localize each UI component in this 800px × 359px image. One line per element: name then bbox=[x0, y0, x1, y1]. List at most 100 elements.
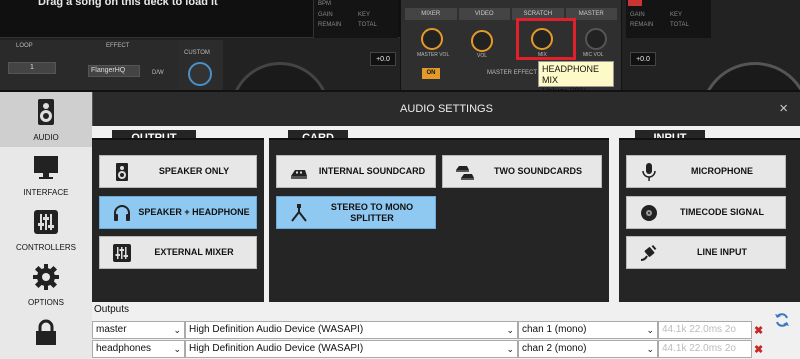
chevron-down-icon: ⌄ bbox=[646, 325, 654, 335]
output-device-value: High Definition Audio Device (WASAPI) bbox=[189, 324, 364, 335]
loop-label: LOOP bbox=[16, 43, 33, 49]
card-option-internal-soundcard[interactable]: INTERNAL SOUNDCARD bbox=[276, 155, 436, 188]
dw-label: D/W bbox=[152, 70, 164, 76]
output-option-external-mixer[interactable]: EXTERNAL MIXER bbox=[99, 236, 257, 269]
highlight-box bbox=[516, 18, 576, 60]
left-deck-info: BPM GAIN KEY REMAIN TOTAL bbox=[313, 0, 398, 38]
option-label: INTERNAL SOUNDCARD bbox=[318, 166, 426, 176]
headphone-icon bbox=[114, 205, 130, 221]
loop-effect-panel: LOOP EFFECT 1 FlangerHQ D/W bbox=[0, 40, 178, 95]
input-option-microphone[interactable]: MICROPHONE bbox=[626, 155, 786, 188]
custom-label: CUSTOM bbox=[184, 50, 210, 56]
output-channel-select[interactable]: chan 1 (mono) ⌄ bbox=[518, 321, 658, 339]
sidebar-item-interface[interactable]: INTERFACE bbox=[0, 147, 92, 202]
output-name-select[interactable]: master ⌄ bbox=[92, 321, 185, 339]
output-device-select[interactable]: High Definition Audio Device (WASAPI) ⌄ bbox=[185, 340, 518, 358]
sidebar-item-options[interactable]: OPTIONS bbox=[0, 257, 92, 312]
total-label: TOTAL bbox=[670, 22, 689, 28]
custom-knob-area: CUSTOM bbox=[178, 40, 223, 95]
output-option-speaker-only[interactable]: SPEAKER ONLY bbox=[99, 155, 257, 188]
mixer-tabs: MIXER VIDEO SCRATCH MASTER bbox=[405, 8, 617, 20]
card-option-two-soundcards[interactable]: TWO SOUNDCARDS bbox=[442, 155, 602, 188]
vol-label: VOL bbox=[477, 53, 488, 59]
refresh-icon[interactable] bbox=[774, 312, 790, 328]
remove-output-icon[interactable]: ✖ bbox=[754, 324, 763, 337]
sidebar-item-label: CONTROLLERS bbox=[15, 243, 76, 252]
custom-knob[interactable] bbox=[188, 62, 212, 86]
audio-settings-dialog: AUDIO SETTINGS × OUTPUT SPEAKER ONLY SPE… bbox=[92, 90, 800, 359]
chevron-down-icon: ⌄ bbox=[506, 344, 514, 354]
output-option-speaker-headphone[interactable]: SPEAKER + HEADPHONE bbox=[99, 196, 257, 229]
tooltip-title: HEADPHONE MIX bbox=[542, 64, 600, 85]
master-volume-knob[interactable] bbox=[421, 28, 443, 50]
key-label: KEY bbox=[358, 12, 371, 18]
chevron-down-icon: ⌄ bbox=[646, 344, 654, 354]
dialog-title: AUDIO SETTINGS bbox=[400, 103, 493, 115]
card-option-stereo-to-mono-splitter[interactable]: STEREO TO MONO SPLITTER bbox=[276, 196, 436, 229]
sidebar-item-label: OPTIONS bbox=[27, 298, 64, 307]
chevron-down-icon: ⌄ bbox=[173, 344, 181, 354]
remain-label: REMAIN bbox=[318, 22, 342, 28]
effect-name: FlangerHQ bbox=[91, 67, 126, 74]
mixer-icon bbox=[113, 244, 131, 262]
dj-app-background: Drag a song on this deck to load it BPM … bbox=[0, 0, 800, 172]
right-pitch-value: +0.0 bbox=[630, 52, 656, 66]
master-effect-label: MASTER EFFECT bbox=[487, 70, 538, 76]
output-channel-value: chan 2 (mono) bbox=[522, 343, 587, 354]
output-panel: SPEAKER ONLY SPEAKER + HEADPHONE EXTERNA… bbox=[92, 138, 264, 302]
input-option-line-input[interactable]: LINE INPUT bbox=[626, 236, 786, 269]
option-label: SPEAKER + HEADPHONE bbox=[138, 207, 250, 217]
sidebar-item-label: INTERFACE bbox=[23, 188, 69, 197]
option-label: STEREO TO MONO SPLITTER bbox=[330, 201, 414, 223]
microphone-icon bbox=[642, 163, 656, 181]
option-label: MICROPHONE bbox=[690, 166, 753, 176]
input-option-timecode-signal[interactable]: TIMECODE SIGNAL bbox=[626, 196, 786, 229]
dialog-title-bar: AUDIO SETTINGS × bbox=[92, 92, 800, 126]
left-deck-waveform[interactable]: Drag a song on this deck to load it BPM … bbox=[0, 0, 400, 38]
output-info-field: 44.1k 22.0ms 2o bbox=[658, 321, 752, 339]
output-name-select[interactable]: headphones ⌄ bbox=[92, 340, 185, 358]
loop-length-selector[interactable]: 1 bbox=[8, 62, 56, 74]
headphone-volume-knob[interactable] bbox=[471, 30, 493, 52]
gain-label: GAIN bbox=[318, 12, 333, 18]
gear-icon bbox=[33, 264, 59, 290]
input-panel: MICROPHONE TIMECODE SIGNAL LINE INPUT bbox=[619, 138, 800, 302]
sidebar-item-controllers[interactable]: CONTROLLERS bbox=[0, 202, 92, 257]
bpm-label: BPM bbox=[318, 1, 332, 7]
splitter-cable-icon bbox=[291, 204, 307, 222]
option-label: LINE INPUT bbox=[696, 247, 747, 257]
output-name-value: master bbox=[96, 324, 127, 335]
output-channel-value: chan 1 (mono) bbox=[522, 324, 587, 335]
lock-icon bbox=[36, 319, 56, 345]
option-label: EXTERNAL MIXER bbox=[154, 247, 234, 257]
gain-label: GAIN bbox=[630, 12, 645, 18]
mic-on-button[interactable]: ON bbox=[422, 68, 440, 79]
close-icon[interactable]: × bbox=[779, 100, 788, 117]
line-cable-icon bbox=[640, 244, 657, 261]
sidebar-item-audio[interactable]: AUDIO bbox=[0, 92, 92, 147]
remain-label: REMAIN bbox=[630, 22, 654, 28]
chevron-down-icon: ⌄ bbox=[506, 325, 514, 335]
sidebar-item-label: AUDIO bbox=[33, 133, 59, 142]
vinyl-icon bbox=[641, 205, 657, 221]
option-label: SPEAKER ONLY bbox=[158, 166, 230, 176]
loop-value: 1 bbox=[30, 64, 34, 71]
monitor-icon bbox=[34, 156, 58, 179]
output-device-select[interactable]: High Definition Audio Device (WASAPI) ⌄ bbox=[185, 321, 518, 339]
speaker-icon bbox=[38, 99, 54, 125]
option-label: TIMECODE SIGNAL bbox=[679, 207, 764, 217]
mic-vol-label: MIC VOL bbox=[583, 52, 604, 58]
tab-video[interactable]: VIDEO bbox=[458, 8, 510, 20]
card-panel: INTERNAL SOUNDCARD TWO SOUNDCARDS STEREO… bbox=[269, 138, 609, 302]
output-info-field: 44.1k 22.0ms 2o bbox=[658, 340, 752, 358]
right-deck-button[interactable] bbox=[628, 0, 642, 6]
sidebar-item-lock[interactable] bbox=[0, 312, 92, 359]
tab-mixer[interactable]: MIXER bbox=[405, 8, 457, 20]
speaker-icon bbox=[116, 163, 128, 181]
output-channel-select[interactable]: chan 2 (mono) ⌄ bbox=[518, 340, 658, 358]
effect-selector[interactable]: FlangerHQ bbox=[88, 65, 140, 77]
mic-volume-knob[interactable] bbox=[585, 28, 607, 50]
effect-label: EFFECT bbox=[106, 43, 130, 49]
remove-output-icon[interactable]: ✖ bbox=[754, 343, 763, 356]
outputs-section-label: Outputs bbox=[94, 304, 130, 315]
